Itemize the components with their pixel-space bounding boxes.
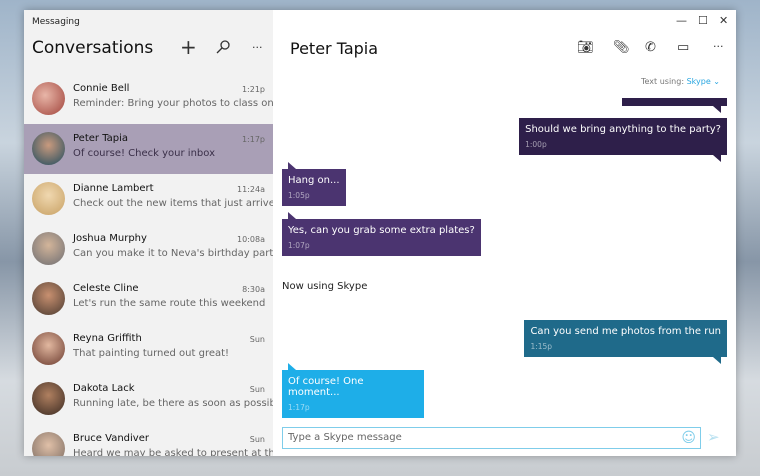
attach-icon[interactable]: 📎︎ [613,40,630,55]
message-time: 8:30a [242,285,265,294]
service-select[interactable]: Skype [687,77,711,86]
maximize-button[interactable]: ☐ [698,14,708,27]
avatar [32,332,65,365]
message-time: 1:00p [525,140,547,149]
contact-name: Celeste Cline [73,283,139,294]
contact-name: Dakota Lack [73,383,135,394]
input-placeholder: Type a Skype message [288,432,402,443]
conversation-item[interactable]: Connie Bell 1:21p Reminder: Bring your p… [24,74,273,124]
message-time: Sun [249,385,265,394]
system-message: Now using Skype [282,281,368,292]
message-text: Can you send me photos from the run [530,326,721,337]
message-text: Of course! One moment... [288,376,364,398]
message-time: 1:07p [288,241,310,250]
message-time: Sun [249,435,265,444]
message-text: Should we bring anything to the party? [525,124,721,135]
avatar [32,282,65,315]
plus-icon[interactable]: + [180,35,197,59]
message-preview: Of course! Check your inbox [73,148,215,159]
message-text: Hang on... [288,175,340,186]
sidebar: Messaging Conversations + ··· Connie Bel… [24,10,273,456]
more-icon[interactable]: ··· [713,40,724,53]
chat-pane: — ☐ ✕ Peter Tapia 📷︎ 📎︎ ✆ ▭ ··· Text usi… [273,10,736,456]
minimize-button[interactable]: — [676,14,687,27]
close-button[interactable]: ✕ [719,14,728,27]
chat-title: Peter Tapia [290,39,379,58]
message-preview: Reminder: Bring your photos to class on … [73,98,273,109]
message-input[interactable]: Type a Skype message ☺ [282,427,701,449]
phone-icon[interactable]: ✆ [645,40,656,55]
message-preview: Let's run the same route this weekend [73,298,266,309]
message-preview: That painting turned out great! [73,348,230,359]
conversation-item[interactable]: Reyna Griffith Sun That painting turned … [24,324,273,374]
contact-name: Bruce Vandiver [73,433,149,444]
contact-name: Dianne Lambert [73,183,154,194]
search-icon[interactable] [216,39,230,58]
avatar [32,432,65,456]
contact-name: Joshua Murphy [73,233,147,244]
message-text: Yes, can you grab some extra plates? [288,225,475,236]
messaging-window: Messaging Conversations + ··· Connie Bel… [24,10,736,456]
message-preview: Can you make it to Neva's birthday party… [73,248,273,259]
message-time: 10:08a [237,235,265,244]
message-preview: Running late, be there as soon as possib… [73,398,273,409]
contact-name: Peter Tapia [73,133,129,144]
message-bubble: Hang on... 1:05p [282,162,346,206]
conversation-item[interactable]: Dakota Lack Sun Running late, be there a… [24,374,273,424]
message-bubble: Can you send me photos from the run 1:15… [524,320,727,364]
avatar [32,232,65,265]
message-bubble: Of course! One moment... 1:17p [282,363,424,418]
app-title: Messaging [32,17,80,27]
text-using[interactable]: Text using: Skype ⌄ [641,77,720,86]
message-preview: Heard we may be asked to present at the … [73,448,273,456]
message-time: Sun [249,335,265,344]
conversation-item[interactable]: Peter Tapia 1:17p Of course! Check your … [24,124,273,174]
message-preview: Check out the new items that just arrive… [73,198,273,209]
contact-name: Connie Bell [73,83,130,94]
more-icon[interactable]: ··· [252,41,263,54]
text-using-label: Text using: [641,77,685,86]
message-time: 1:05p [288,191,310,200]
video-icon[interactable]: ▭ [677,40,689,55]
message-bubble-partial [622,98,727,113]
message-bubble: Should we bring anything to the party? 1… [519,118,727,162]
avatar [32,132,65,165]
message-time: 11:24a [237,185,265,194]
conversation-item[interactable]: Dianne Lambert 11:24a Check out the new … [24,174,273,224]
conversation-item[interactable]: Bruce Vandiver Sun Heard we may be asked… [24,424,273,456]
message-time: 1:21p [241,85,265,94]
message-bubble: Yes, can you grab some extra plates? 1:0… [282,212,481,256]
message-time: 1:17p [241,135,265,144]
conversations-title: Conversations [32,38,154,58]
avatar [32,82,65,115]
contact-name: Reyna Griffith [73,333,142,344]
avatar [32,182,65,215]
conversation-item[interactable]: Joshua Murphy 10:08a Can you make it to … [24,224,273,274]
chevron-down-icon: ⌄ [710,77,720,86]
emoji-icon[interactable]: ☺ [681,430,696,446]
send-icon[interactable]: ➢ [707,428,720,446]
message-time: 1:17p [288,403,310,412]
avatar [32,382,65,415]
message-time: 1:15p [530,342,553,351]
camera-icon[interactable]: 📷︎ [577,40,594,55]
conversation-item[interactable]: Celeste Cline 8:30a Let's run the same r… [24,274,273,324]
